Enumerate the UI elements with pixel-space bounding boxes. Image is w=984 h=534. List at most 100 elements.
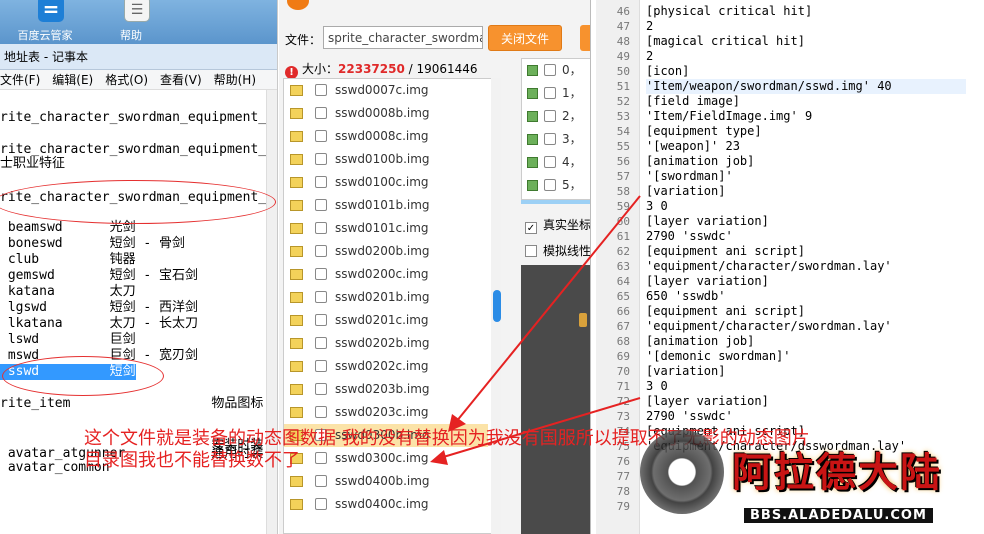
file-checkbox[interactable] <box>315 291 327 303</box>
file-list-item[interactable]: sswd0101c.img <box>284 217 488 240</box>
frame-index-item[interactable]: 1， <box>522 82 590 105</box>
simulate-linear-checkbox[interactable] <box>525 245 537 257</box>
img-file-icon <box>290 315 303 326</box>
file-name: sswd0101c.img <box>335 221 429 235</box>
menu-view[interactable]: 查看(V) <box>160 70 202 89</box>
code-line[interactable]: '[swordman]' <box>646 169 733 184</box>
file-list-item[interactable]: sswd0100b.img <box>284 148 488 171</box>
code-line-current[interactable]: 'Item/weapon/swordman/sswd.img' 40 <box>646 79 966 94</box>
file-list-item[interactable]: sswd0008b.img <box>284 102 488 125</box>
file-list-item[interactable]: sswd0400c.img <box>284 493 488 516</box>
file-checkbox[interactable] <box>315 406 327 418</box>
annotation-ellipse-equipment <box>0 180 276 224</box>
file-checkbox[interactable] <box>315 475 327 487</box>
menu-edit[interactable]: 编辑(E) <box>52 70 93 89</box>
code-line[interactable]: [equipment type] <box>646 124 762 139</box>
file-list-item[interactable]: sswd0202c.img <box>284 355 488 378</box>
code-line[interactable]: [variation] <box>646 364 725 379</box>
img-file-icon <box>290 499 303 510</box>
file-checkbox[interactable] <box>315 337 327 349</box>
code-line[interactable]: 3 0 <box>646 199 668 214</box>
taskbar-app-label: 百度云管家 <box>17 29 73 42</box>
code-line[interactable]: '[weapon]' 23 <box>646 139 740 154</box>
code-line[interactable]: 2790 'sswdc' <box>646 229 733 244</box>
file-list-item[interactable]: sswd0100c.img <box>284 171 488 194</box>
file-checkbox[interactable] <box>315 314 327 326</box>
code-line[interactable]: [icon] <box>646 64 689 79</box>
code-line[interactable]: [animation job] <box>646 154 754 169</box>
code-line[interactable]: [variation] <box>646 184 725 199</box>
file-list-item[interactable]: sswd0400b.img <box>284 470 488 493</box>
real-coords-checkbox[interactable]: ✓ <box>525 222 537 234</box>
option-real-coords[interactable]: ✓ 真实坐标 <box>525 216 590 234</box>
file-checkbox[interactable] <box>315 153 327 165</box>
code-line[interactable]: 3 0 <box>646 379 668 394</box>
file-checkbox[interactable] <box>315 360 327 372</box>
file-checkbox[interactable] <box>315 199 327 211</box>
frame-checkbox[interactable] <box>544 87 556 99</box>
menu-help[interactable]: 帮助(H) <box>214 70 256 89</box>
code-line[interactable]: [layer variation] <box>646 274 769 289</box>
frame-index-list[interactable]: 0， 1， 2， 3， 4， 5， <box>521 58 590 200</box>
code-line[interactable]: [equipment ani script] <box>646 304 805 319</box>
close-file-button[interactable]: 关闭文件 <box>488 25 562 51</box>
frame-checkbox[interactable] <box>544 64 556 76</box>
taskbar-app-cloud[interactable]: = 百度云管家 <box>10 0 80 44</box>
line-number: 46 <box>616 5 630 18</box>
file-checkbox[interactable] <box>315 176 327 188</box>
code-line[interactable]: [physical critical hit] <box>646 4 812 19</box>
code-line[interactable]: 'equipment/character/swordman.lay' <box>646 259 892 274</box>
file-size-row: ! 大小：22337250 / 19061446 <box>285 60 478 79</box>
taskbar-app-help[interactable]: ☰ 帮助 <box>96 0 166 44</box>
frame-index-item[interactable]: 2， <box>522 105 590 128</box>
option-simulate-linear[interactable]: 模拟线性 <box>525 242 590 259</box>
file-list-item[interactable]: sswd0203c.img <box>284 401 488 424</box>
file-list-item[interactable]: sswd0200b.img <box>284 240 488 263</box>
code-line[interactable]: 2 <box>646 19 653 34</box>
code-line[interactable]: [field image] <box>646 94 740 109</box>
file-list-item[interactable]: sswd0203b.img <box>284 378 488 401</box>
code-line[interactable]: 650 'sswdb' <box>646 289 725 304</box>
secondary-action-button[interactable] <box>580 25 590 51</box>
file-list-item[interactable]: sswd0201c.img <box>284 309 488 332</box>
file-list-item[interactable]: sswd0008c.img <box>284 125 488 148</box>
file-list-scroll-thumb[interactable] <box>493 290 501 322</box>
code-line[interactable]: 'Item/FieldImage.img' 9 <box>646 109 812 124</box>
frame-index-item[interactable]: 4， <box>522 151 590 174</box>
file-list-item[interactable]: sswd0202b.img <box>284 332 488 355</box>
menu-format[interactable]: 格式(O) <box>105 70 148 89</box>
frame-index-item[interactable]: 5， <box>522 174 590 197</box>
code-line[interactable]: '[demonic swordman]' <box>646 349 791 364</box>
file-checkbox[interactable] <box>315 498 327 510</box>
code-line[interactable]: 2 <box>646 49 653 64</box>
frame-checkbox[interactable] <box>544 110 556 122</box>
file-checkbox[interactable] <box>315 222 327 234</box>
file-checkbox[interactable] <box>315 130 327 142</box>
line-number: 79 <box>616 500 630 513</box>
code-line[interactable]: [layer variation] <box>646 214 769 229</box>
code-line[interactable]: [layer variation] <box>646 394 769 409</box>
file-checkbox[interactable] <box>315 84 327 96</box>
frame-checkbox[interactable] <box>544 179 556 191</box>
file-list-item[interactable]: sswd0007c.img <box>284 79 488 102</box>
frame-index-item[interactable]: 0， <box>522 59 590 82</box>
frame-checkbox[interactable] <box>544 133 556 145</box>
menu-file[interactable]: 文件(F) <box>0 70 40 89</box>
code-line[interactable]: [animation job] <box>646 334 754 349</box>
file-list-item[interactable]: sswd0201b.img <box>284 286 488 309</box>
app-logo-icon <box>287 0 309 10</box>
frame-checkbox[interactable] <box>544 156 556 168</box>
frame-index-item[interactable]: 3， <box>522 128 590 151</box>
file-name: sswd0203c.img <box>335 405 429 419</box>
file-list-item[interactable]: sswd0101b.img <box>284 194 488 217</box>
code-line[interactable]: 'equipment/character/swordman.lay' <box>646 319 892 334</box>
line-number: 67 <box>616 320 630 333</box>
file-checkbox[interactable] <box>315 245 327 257</box>
file-path-input[interactable] <box>323 26 483 49</box>
file-checkbox[interactable] <box>315 268 327 280</box>
file-list-item[interactable]: sswd0200c.img <box>284 263 488 286</box>
code-line[interactable]: [magical critical hit] <box>646 34 805 49</box>
file-checkbox[interactable] <box>315 107 327 119</box>
file-checkbox[interactable] <box>315 383 327 395</box>
code-line[interactable]: [equipment ani script] <box>646 244 805 259</box>
